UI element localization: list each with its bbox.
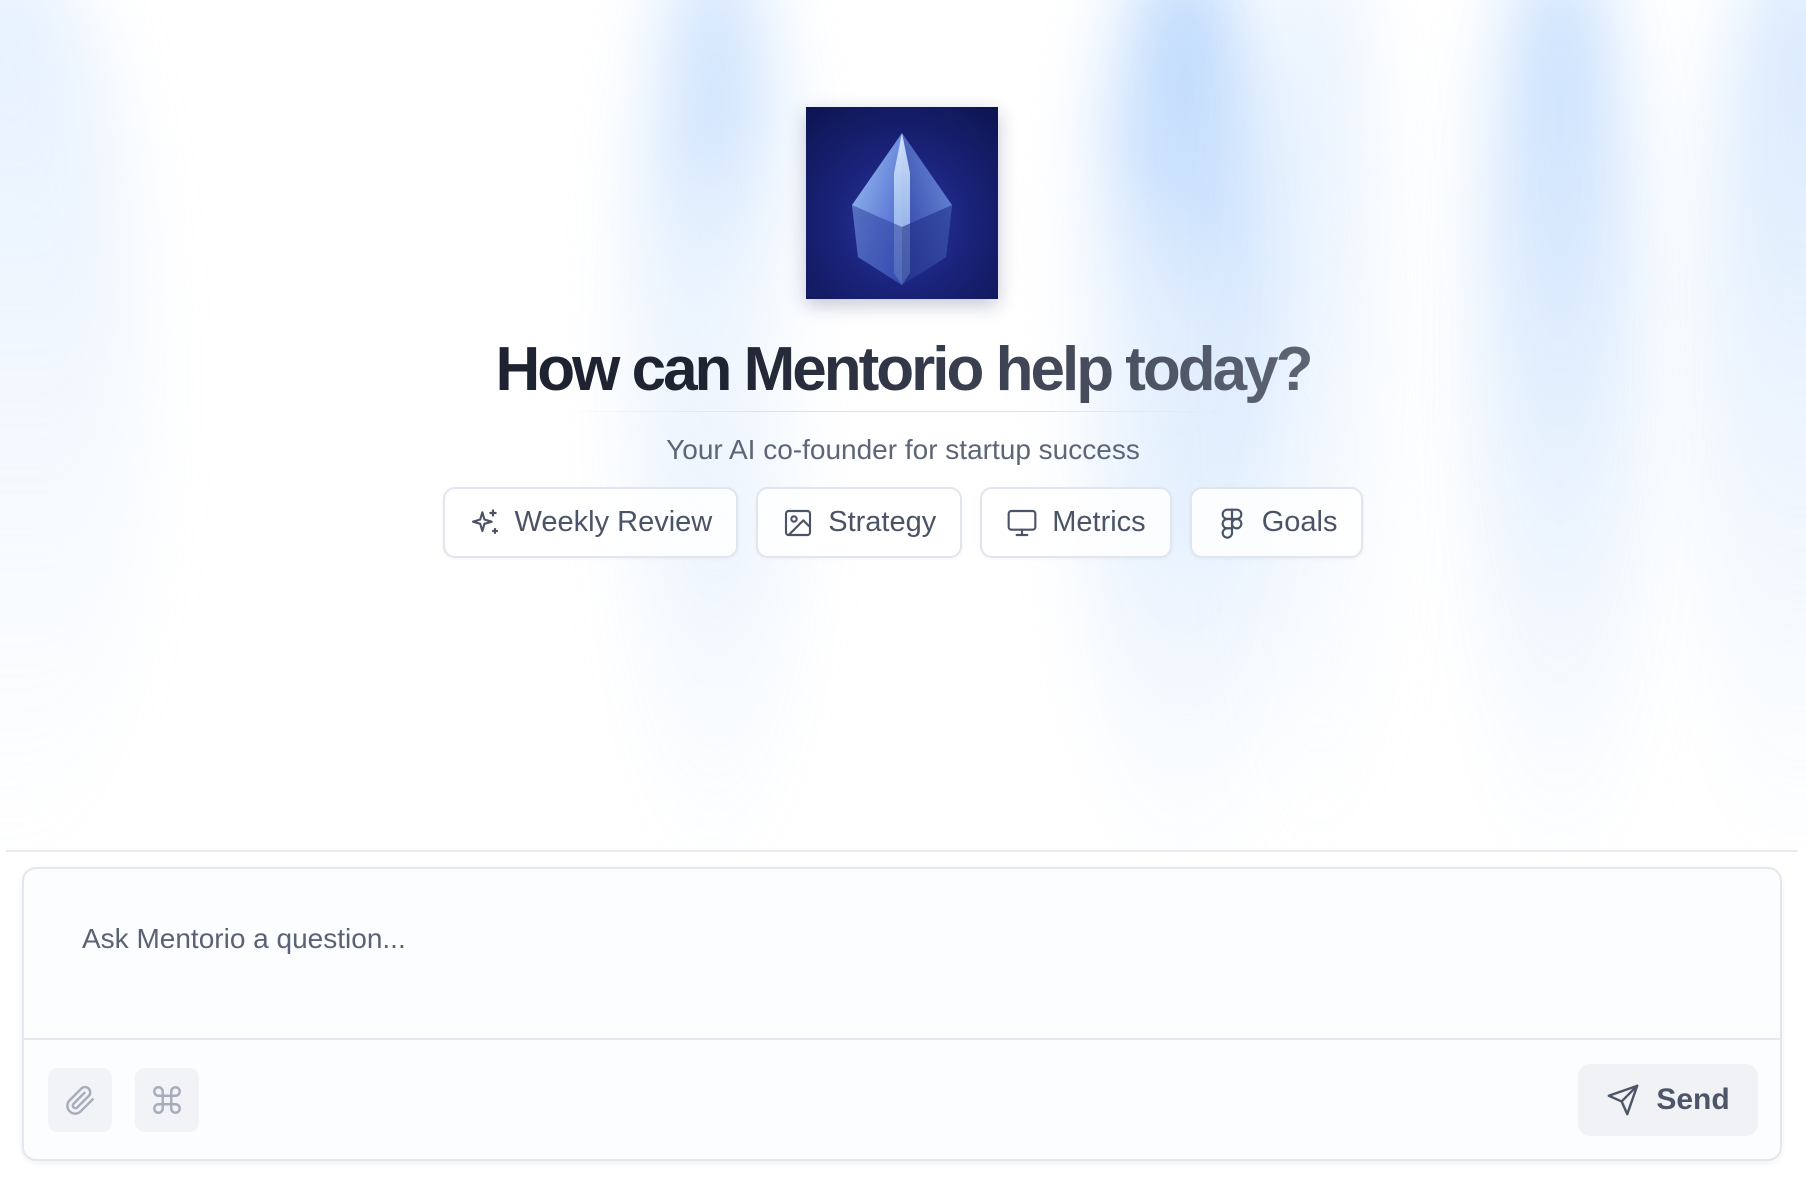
monitor-icon [1006,507,1038,539]
title-divider [560,411,1246,412]
quick-actions: Weekly Review Strategy Metrics Goals [0,487,1806,558]
quick-action-label: Goals [1261,506,1338,538]
sparkles-icon [469,507,501,539]
image-icon [782,507,814,539]
send-icon [1606,1083,1640,1117]
quick-action-goals[interactable]: Goals [1189,487,1364,558]
question-input[interactable] [24,869,1780,1038]
figma-icon [1216,507,1248,539]
quick-action-label: Metrics [1052,506,1146,538]
page-title: How can Mentorio help today? [0,330,1806,410]
composer-divider [24,1038,1780,1040]
attach-button[interactable] [48,1068,112,1132]
content-divider [6,850,1798,852]
quick-action-label: Weekly Review [514,506,713,538]
quick-action-weekly-review[interactable]: Weekly Review [442,487,739,558]
command-button[interactable] [135,1068,199,1132]
mentorio-logo [806,107,998,299]
send-button[interactable]: Send [1578,1064,1758,1136]
composer: Send [22,867,1782,1161]
quick-action-strategy[interactable]: Strategy [756,487,963,558]
command-icon [150,1083,184,1117]
quick-action-metrics[interactable]: Metrics [980,487,1172,558]
quick-action-label: Strategy [828,506,937,538]
paperclip-icon [63,1083,97,1117]
page-subtitle: Your AI co-founder for startup success [666,434,1140,465]
crystal-icon [852,133,952,285]
send-label: Send [1656,1083,1730,1116]
app-root: How can Mentorio help today? Your AI co-… [0,0,1806,1180]
